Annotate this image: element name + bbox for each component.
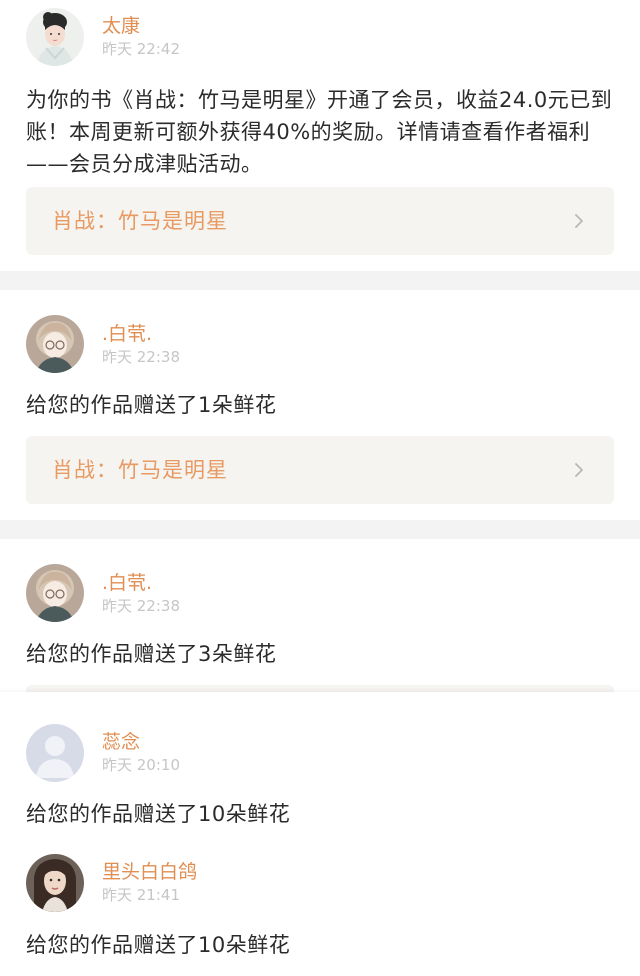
timestamp: 昨天 22:38 (102, 348, 180, 366)
book-link[interactable]: 肖战：竹马是明星 (26, 187, 614, 255)
notification-message: 给您的作品赠送了10朵鲜花 (26, 933, 291, 957)
notification-message: 给您的作品赠送了3朵鲜花 (26, 642, 277, 666)
book-title: 肖战：竹马是明星 (52, 209, 228, 233)
user-name[interactable]: .白茕. (102, 322, 152, 346)
user-name[interactable]: 蕊念 (102, 730, 140, 754)
avatar[interactable] (26, 854, 84, 912)
avatar[interactable] (26, 564, 84, 622)
notification-card: 太康 昨天 22:42 为你的书《肖战：竹马是明星》开通了会员，收益24.0元已… (0, 0, 640, 271)
notification-card: .白茕. 昨天 22:38 给您的作品赠送了1朵鲜花 肖战：竹马是明星 (0, 290, 640, 520)
avatar[interactable] (26, 8, 84, 66)
woman-portrait-avatar-icon (26, 8, 84, 66)
chevron-right-icon (572, 214, 586, 228)
timestamp: 昨天 22:42 (102, 40, 180, 58)
timestamp: 昨天 22:38 (102, 597, 180, 615)
user-name[interactable]: .白茕. (102, 571, 152, 595)
notification-feed: 太康 昨天 22:42 为你的书《肖战：竹马是明星》开通了会员，收益24.0元已… (0, 0, 640, 976)
notification-message: 为你的书《肖战：竹马是明星》开通了会员，收益24.0元已到账！本周更新可额外获得… (26, 88, 613, 176)
default-person-avatar-icon (26, 724, 84, 782)
user-name[interactable]: 里头白白鸽 (102, 860, 197, 884)
timestamp: 昨天 21:41 (102, 886, 180, 904)
notification-card: 蕊念 昨天 20:10 给您的作品赠送了10朵鲜花 里头白白鸽 昨天 21:41… (0, 692, 640, 976)
notification-message: 给您的作品赠送了1朵鲜花 (26, 393, 277, 417)
girl-photo-avatar-icon (26, 854, 84, 912)
notification-card: .白茕. 昨天 22:38 给您的作品赠送了3朵鲜花 (0, 539, 640, 692)
timestamp: 昨天 20:10 (102, 756, 180, 774)
anime-girl-avatar-icon (26, 315, 84, 373)
book-link[interactable]: 肖战：竹马是明星 (26, 436, 614, 504)
avatar[interactable] (26, 724, 84, 782)
anime-girl-avatar-icon (26, 564, 84, 622)
book-link[interactable] (26, 685, 614, 692)
avatar[interactable] (26, 315, 84, 373)
book-title: 肖战：竹马是明星 (52, 458, 228, 482)
notification-message: 给您的作品赠送了10朵鲜花 (26, 802, 291, 826)
user-name[interactable]: 太康 (102, 14, 140, 38)
chevron-right-icon (572, 463, 586, 477)
